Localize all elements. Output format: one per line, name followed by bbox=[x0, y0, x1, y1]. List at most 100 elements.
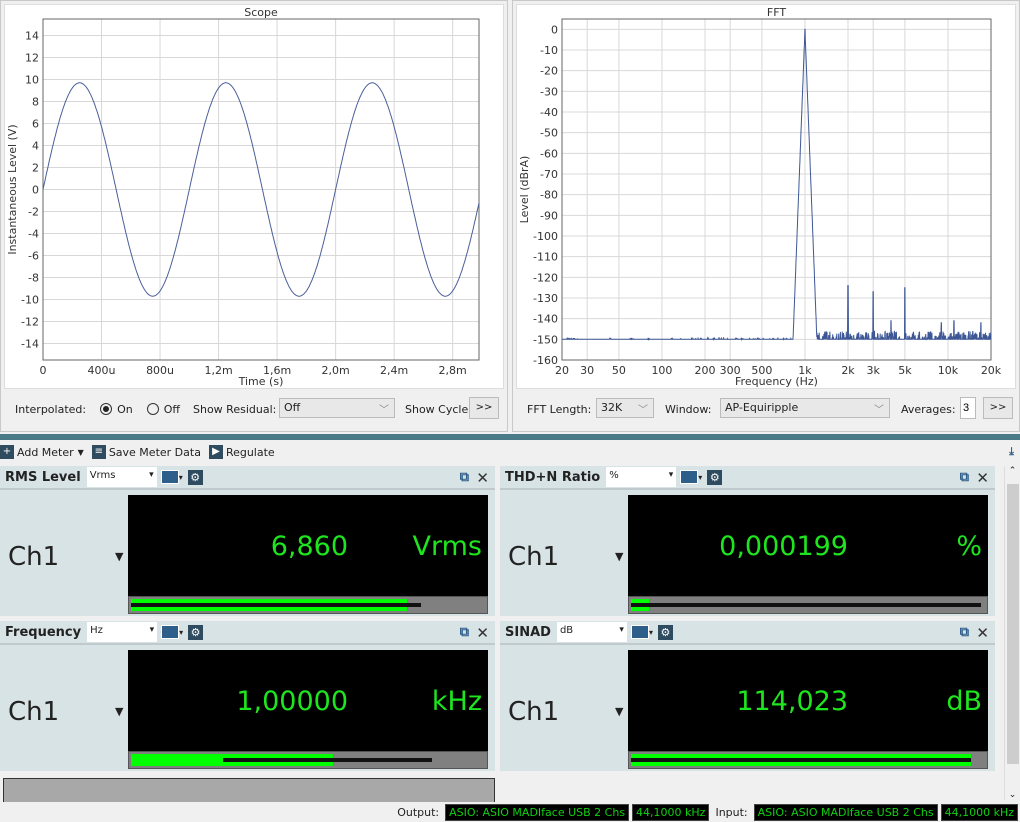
y-tick-label: -130 bbox=[533, 292, 558, 305]
gear-icon[interactable]: ⚙ bbox=[187, 469, 203, 485]
dropdown-arrow-icon[interactable]: ▾ bbox=[698, 473, 702, 482]
x-tick-label: 2,4m bbox=[380, 364, 408, 377]
show-residual-label: Show Residual: bbox=[193, 402, 277, 416]
regulate-label: Regulate bbox=[225, 445, 275, 459]
unit-select[interactable]: dB bbox=[556, 622, 627, 642]
popout-icon[interactable]: ⧉ bbox=[460, 625, 469, 640]
interpolated-on-radio[interactable] bbox=[100, 403, 113, 415]
meter-bar bbox=[128, 751, 488, 769]
dock-icon[interactable]: ⤓ bbox=[1009, 445, 1014, 459]
unit-select[interactable]: % bbox=[606, 467, 677, 487]
meter-display: 1,00000 kHz bbox=[128, 650, 488, 751]
input-label: Input: bbox=[715, 805, 748, 819]
dropdown-arrow-icon[interactable]: ▾ bbox=[649, 628, 653, 637]
graph-icon[interactable] bbox=[161, 625, 180, 639]
play-icon: ▶ bbox=[208, 445, 223, 459]
window-label: Window: bbox=[665, 402, 712, 416]
x-tick-label: 2k bbox=[841, 364, 855, 377]
input-device[interactable]: ASIO: ASIO MADIface USB 2 Chs bbox=[753, 803, 938, 821]
y-tick-label: 0 bbox=[551, 23, 558, 36]
meter-display: 114,023 dB bbox=[628, 650, 988, 751]
gear-icon[interactable]: ⚙ bbox=[707, 469, 723, 485]
save-meter-data-button[interactable]: ≡ Save Meter Data bbox=[91, 445, 201, 459]
meter-scrollbar[interactable]: ⌃ ⌄ bbox=[1004, 466, 1020, 800]
plus-icon: + bbox=[0, 445, 14, 459]
popout-icon[interactable]: ⧉ bbox=[960, 470, 969, 485]
regulate-button[interactable]: ▶ Regulate bbox=[208, 445, 275, 459]
channel-label: Ch1 bbox=[8, 697, 60, 727]
close-icon[interactable]: ✕ bbox=[976, 624, 989, 642]
scope-chart: Scope14121086420-2-4-6-8-10-12-140 400u 80… bbox=[6, 6, 480, 388]
scope-plot: Scope 14 12 10 8 6 4 2 0 -2 -4 -6 -8 -10 -12 -14 0 400u 80… bbox=[4, 4, 504, 389]
dropdown-arrow-icon[interactable]: ▾ bbox=[179, 628, 183, 637]
channel-label: Ch1 bbox=[508, 542, 560, 572]
x-tick-label: 20 bbox=[555, 364, 569, 377]
close-icon[interactable]: ✕ bbox=[476, 469, 489, 487]
dropdown-arrow-icon[interactable]: ▾ bbox=[179, 473, 183, 482]
channel-dropdown-icon[interactable]: ▼ bbox=[115, 705, 123, 718]
x-tick-label: 100 bbox=[651, 364, 672, 377]
graph-icon[interactable] bbox=[680, 470, 699, 484]
x-tick-label: 400u bbox=[88, 364, 116, 377]
x-tick-label: 10k bbox=[938, 364, 959, 377]
meter-display: 0,000199 % bbox=[628, 495, 988, 596]
meter-bar bbox=[628, 751, 988, 769]
averages-input[interactable] bbox=[960, 397, 976, 419]
meter-title: RMS Level bbox=[5, 469, 81, 485]
popout-icon[interactable]: ⧉ bbox=[960, 625, 969, 640]
x-tick-label: 200 bbox=[695, 364, 716, 377]
output-rate[interactable]: 44,1000 kHz bbox=[632, 803, 710, 821]
x-tick-label: 3k bbox=[866, 364, 880, 377]
y-tick-label: -150 bbox=[533, 333, 558, 346]
unit-select[interactable]: Vrms bbox=[86, 467, 157, 487]
show-residual-select[interactable]: Off ﹀ bbox=[279, 398, 395, 418]
gear-icon[interactable]: ⚙ bbox=[188, 624, 204, 640]
meter-display: 6,860 Vrms bbox=[128, 495, 488, 596]
output-device[interactable]: ASIO: ASIO MADIface USB 2 Chs bbox=[445, 803, 630, 821]
popout-icon[interactable]: ⧉ bbox=[460, 470, 469, 485]
scroll-up-icon[interactable]: ⌃ bbox=[1005, 466, 1020, 476]
close-icon[interactable]: ✕ bbox=[476, 624, 489, 642]
meter-bar-range-line bbox=[631, 758, 971, 762]
x-tick-label: 5k bbox=[898, 364, 912, 377]
close-icon[interactable]: ✕ bbox=[976, 469, 989, 487]
plot-frame bbox=[561, 18, 992, 361]
meter-unit: Vrms bbox=[412, 531, 482, 562]
y-tick-label: -50 bbox=[540, 127, 558, 140]
channel-label: Ch1 bbox=[508, 697, 560, 727]
fft-more-button[interactable]: >> bbox=[983, 397, 1013, 419]
y-tick-label: 6 bbox=[32, 118, 39, 131]
y-tick-label: -30 bbox=[540, 85, 558, 98]
scrollbar-thumb[interactable] bbox=[1007, 484, 1019, 764]
scroll-down-icon[interactable]: ⌄ bbox=[1005, 790, 1020, 800]
graph-icon[interactable] bbox=[630, 625, 649, 639]
meter-value: 0,000199 bbox=[719, 531, 848, 562]
meter-bar-range-line bbox=[631, 603, 982, 607]
interpolated-off-radio[interactable] bbox=[146, 403, 159, 415]
x-tick-label: 1,2m bbox=[204, 364, 232, 377]
y-tick-label: 12 bbox=[25, 52, 39, 65]
scope-more-button[interactable]: >> bbox=[469, 397, 499, 419]
meter-title: Frequency bbox=[5, 624, 82, 640]
x-tick-label: 30 bbox=[580, 364, 594, 377]
averages-label: Averages: bbox=[901, 402, 956, 416]
gear-icon[interactable]: ⚙ bbox=[657, 624, 673, 640]
meter-title: SINAD bbox=[505, 624, 551, 640]
fft-length-select[interactable]: 32K ﹀ bbox=[596, 398, 654, 418]
meter-value: 114,023 bbox=[736, 686, 848, 717]
x-tick-label: 2,0m bbox=[322, 364, 350, 377]
input-rate[interactable]: 44,1000 kHz bbox=[940, 803, 1018, 821]
channel-dropdown-icon[interactable]: ▼ bbox=[615, 550, 623, 563]
dropdown-arrow-icon: ▼ bbox=[77, 447, 84, 457]
graph-icon[interactable] bbox=[160, 470, 179, 484]
window-value: AP-Equiripple bbox=[725, 401, 799, 414]
window-select[interactable]: AP-Equiripple ﹀ bbox=[720, 398, 890, 418]
y-tick-label: -12 bbox=[21, 316, 39, 329]
meter-header: Frequency Hz ▾ ⚙ ⧉ ✕ bbox=[0, 621, 495, 645]
y-tick-label: 0 bbox=[32, 184, 39, 197]
panel-splitter[interactable] bbox=[0, 434, 1020, 440]
channel-dropdown-icon[interactable]: ▼ bbox=[115, 550, 123, 563]
channel-dropdown-icon[interactable]: ▼ bbox=[615, 705, 623, 718]
unit-select[interactable]: Hz bbox=[87, 622, 158, 642]
add-meter-button[interactable]: + Add Meter ▼ bbox=[0, 445, 84, 459]
